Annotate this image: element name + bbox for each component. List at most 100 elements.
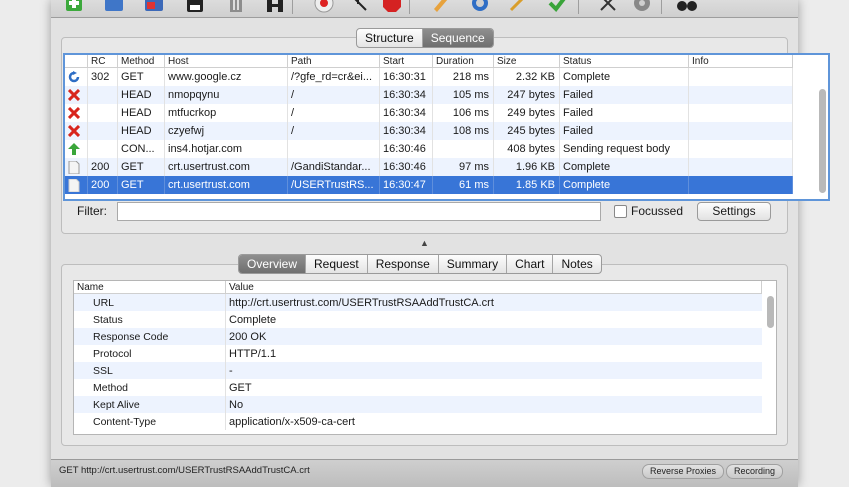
column-host[interactable]: Host [164,55,288,68]
table-row[interactable]: HEAD nmopqynu / 16:30:34 105 ms 247 byte… [65,86,793,104]
table-row[interactable]: Method GET [74,379,762,396]
cell-path [287,140,380,158]
focussed-checkbox[interactable] [614,205,627,218]
cell-status: Failed [559,86,689,104]
table-row[interactable]: CON... ins4.hotjar.com 16:30:46 408 byte… [65,140,793,158]
column-method[interactable]: Method [117,55,165,68]
cell-host: czyefwj [164,122,288,140]
table-row[interactable]: HEAD mtfucrkop / 16:30:34 106 ms 249 byt… [65,104,793,122]
cell-size: 1.96 KB [493,158,560,176]
tab-response[interactable]: Response [366,255,438,273]
tab-overview[interactable]: Overview [239,255,306,273]
save-icon[interactable] [184,0,206,14]
add-icon[interactable] [63,0,85,14]
cell-duration: 108 ms [432,122,494,140]
cell-info [688,67,793,86]
cell-rc [87,140,118,158]
column-icon[interactable] [65,55,88,68]
column-rc[interactable]: RC [87,55,118,68]
cell-status: Failed [559,104,689,122]
tab-notes[interactable]: Notes [552,255,600,273]
cell-duration: 105 ms [432,86,494,104]
table-row[interactable]: 302 GET www.google.cz /?gfe_rd=cr&ei... … [65,67,793,86]
table-row-selected[interactable]: 200 GET crt.usertrust.com /USERTrustRS..… [65,176,793,194]
tab-chart[interactable]: Chart [506,255,552,273]
cell-method: CON... [117,140,165,158]
table-row[interactable]: Protocol HTTP/1.1 [74,345,762,362]
table-row[interactable]: HEAD czyefwj / 16:30:34 108 ms 245 bytes… [65,122,793,140]
edit-icon[interactable] [103,0,125,14]
row-value: Complete [229,313,277,326]
cell-duration: 61 ms [432,176,494,194]
view-tab-group: Structure Sequence [356,28,494,48]
cell-duration: 106 ms [432,104,494,122]
brush-icon[interactable] [507,0,529,14]
pointer-icon[interactable] [348,0,370,14]
overview-scrollbar[interactable] [767,296,774,328]
table-row[interactable]: 200 GET crt.usertrust.com /GandiStandar.… [65,158,793,176]
settings-button[interactable]: Settings [697,202,771,221]
window-icon[interactable] [143,0,165,14]
table-row[interactable]: Content-Type application/x-x509-ca-cert [74,413,762,430]
recording-button[interactable]: Recording [726,464,784,479]
table-row[interactable]: SSL - [74,362,762,379]
status-text: GET http://crt.usertrust.com/USERTrustRS… [59,465,310,476]
column-name[interactable]: Name [74,281,226,294]
row-name: Method [74,379,226,396]
overview-table-header: Name Value [74,281,762,294]
record-icon[interactable] [313,0,335,14]
column-start[interactable]: Start [379,55,433,68]
cell-info [688,158,793,176]
filter-input[interactable] [117,202,601,221]
column-status[interactable]: Status [559,55,689,68]
sequence-scrollbar[interactable] [819,89,826,193]
table-row[interactable]: Status Complete [74,311,762,328]
binoculars-icon[interactable] [676,0,698,14]
cell-method: GET [117,67,165,86]
cell-path: / [287,122,380,140]
row-value: 200 OK [225,328,762,345]
table-row[interactable]: Kept Alive No [74,396,762,413]
cell-host: mtfucrkop [164,104,288,122]
toolbar-separator [661,0,662,14]
cell-rc: 302 [87,67,118,86]
document-icon [65,158,88,176]
gear-icon[interactable] [631,0,653,14]
splitter-handle[interactable]: ▲ [420,238,429,248]
column-path[interactable]: Path [287,55,380,68]
column-value[interactable]: Value [225,281,762,294]
row-name: SSL [74,362,226,379]
toolbar-separator [578,0,579,14]
sequence-table-container: RC Method Host Path Start Duration Size … [63,53,830,201]
stop-icon[interactable] [381,0,403,14]
cell-rc [87,86,118,104]
cell-status: Sending request body [559,140,689,158]
row-name: URL [74,293,226,311]
table-row[interactable]: Response Code 200 OK [74,328,762,345]
cell-host: crt.usertrust.com [164,176,288,194]
cell-rc: 200 [87,158,118,176]
column-info[interactable]: Info [688,55,793,68]
cell-host: crt.usertrust.com [164,158,288,176]
trash-icon[interactable] [225,0,247,14]
cell-rc [87,104,118,122]
check-icon[interactable] [547,0,569,14]
tab-request[interactable]: Request [305,255,367,273]
cell-status: Complete [559,176,689,194]
cell-status: Failed [559,122,689,140]
sequence-table: RC Method Host Path Start Duration Size … [65,55,793,194]
failed-icon [65,104,88,122]
column-duration[interactable]: Duration [432,55,494,68]
reverse-proxies-button[interactable]: Reverse Proxies [642,464,725,479]
import-icon[interactable] [264,0,286,14]
row-value: application/x-x509-ca-cert [229,415,355,428]
pencil-icon[interactable] [429,0,451,14]
cell-duration: 218 ms [432,67,494,86]
column-size[interactable]: Size [493,55,560,68]
tab-summary[interactable]: Summary [437,255,506,273]
refresh-icon[interactable] [469,0,491,14]
tools-icon[interactable] [597,0,619,14]
table-row[interactable]: URL http://crt.usertrust.com/USERTrustRS… [74,293,762,311]
tab-structure[interactable]: Structure [357,29,422,47]
tab-sequence[interactable]: Sequence [421,29,493,47]
